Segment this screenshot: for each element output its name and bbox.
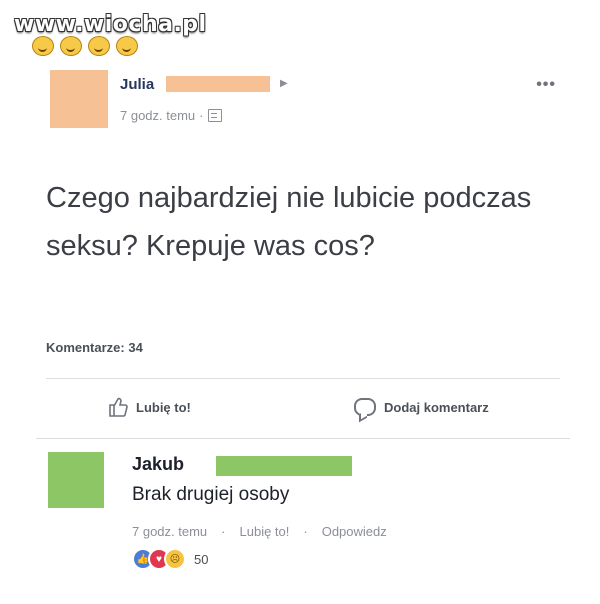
meta-separator: · — [199, 108, 204, 123]
sad-reaction-icon: ☹ — [164, 548, 186, 570]
audience-icon[interactable] — [207, 109, 222, 122]
comment-text: Brak drugiej osoby — [132, 484, 290, 505]
post-text: Czego najbardziej nie lubicie podczas se… — [46, 182, 532, 262]
name-redaction — [166, 76, 270, 92]
arrow-right-icon: ▶ — [280, 78, 288, 89]
like-label: Lubię to! — [136, 399, 191, 415]
emoji-face-icon — [88, 36, 110, 56]
watermark-logo: www.wiocha.pl — [14, 12, 207, 37]
comment-author-name[interactable]: Jakub — [132, 454, 184, 475]
add-comment-button[interactable]: Dodaj komentarz — [354, 398, 489, 416]
comments-count[interactable]: Komentarze: 34 — [46, 340, 143, 355]
emoji-face-icon — [32, 36, 54, 56]
divider — [46, 378, 560, 379]
post-meta: 7 godz. temu · — [120, 108, 222, 123]
actions-separator: · — [221, 524, 226, 539]
watermark-faces-icon — [32, 36, 138, 56]
emoji-face-icon — [116, 36, 138, 56]
comment-author-avatar[interactable] — [48, 452, 104, 508]
add-comment-label: Dodaj komentarz — [384, 399, 489, 415]
emoji-face-icon — [60, 36, 82, 56]
comment-actions: 7 godz. temu · Lubię to! · Odpowiedz — [132, 524, 387, 539]
post-timestamp[interactable]: 7 godz. temu — [120, 108, 195, 123]
post-author-avatar[interactable] — [50, 70, 108, 128]
thumbs-up-icon — [109, 397, 128, 417]
comment-reply-link[interactable]: Odpowiedz — [322, 524, 387, 539]
reactions-summary[interactable]: 👍 ♥ ☹ 50 — [132, 548, 208, 570]
comment-bubble-icon — [354, 398, 376, 416]
divider — [36, 438, 570, 439]
post-author-name[interactable]: Julia — [120, 76, 154, 93]
reactions-count: 50 — [194, 551, 209, 567]
like-button[interactable]: Lubię to! — [108, 396, 191, 418]
more-options-icon[interactable]: ••• — [536, 76, 556, 94]
comment-like-link[interactable]: Lubię to! — [240, 524, 290, 539]
actions-separator: · — [303, 524, 308, 539]
comment-timestamp[interactable]: 7 godz. temu — [132, 524, 207, 539]
name-redaction — [216, 456, 352, 476]
